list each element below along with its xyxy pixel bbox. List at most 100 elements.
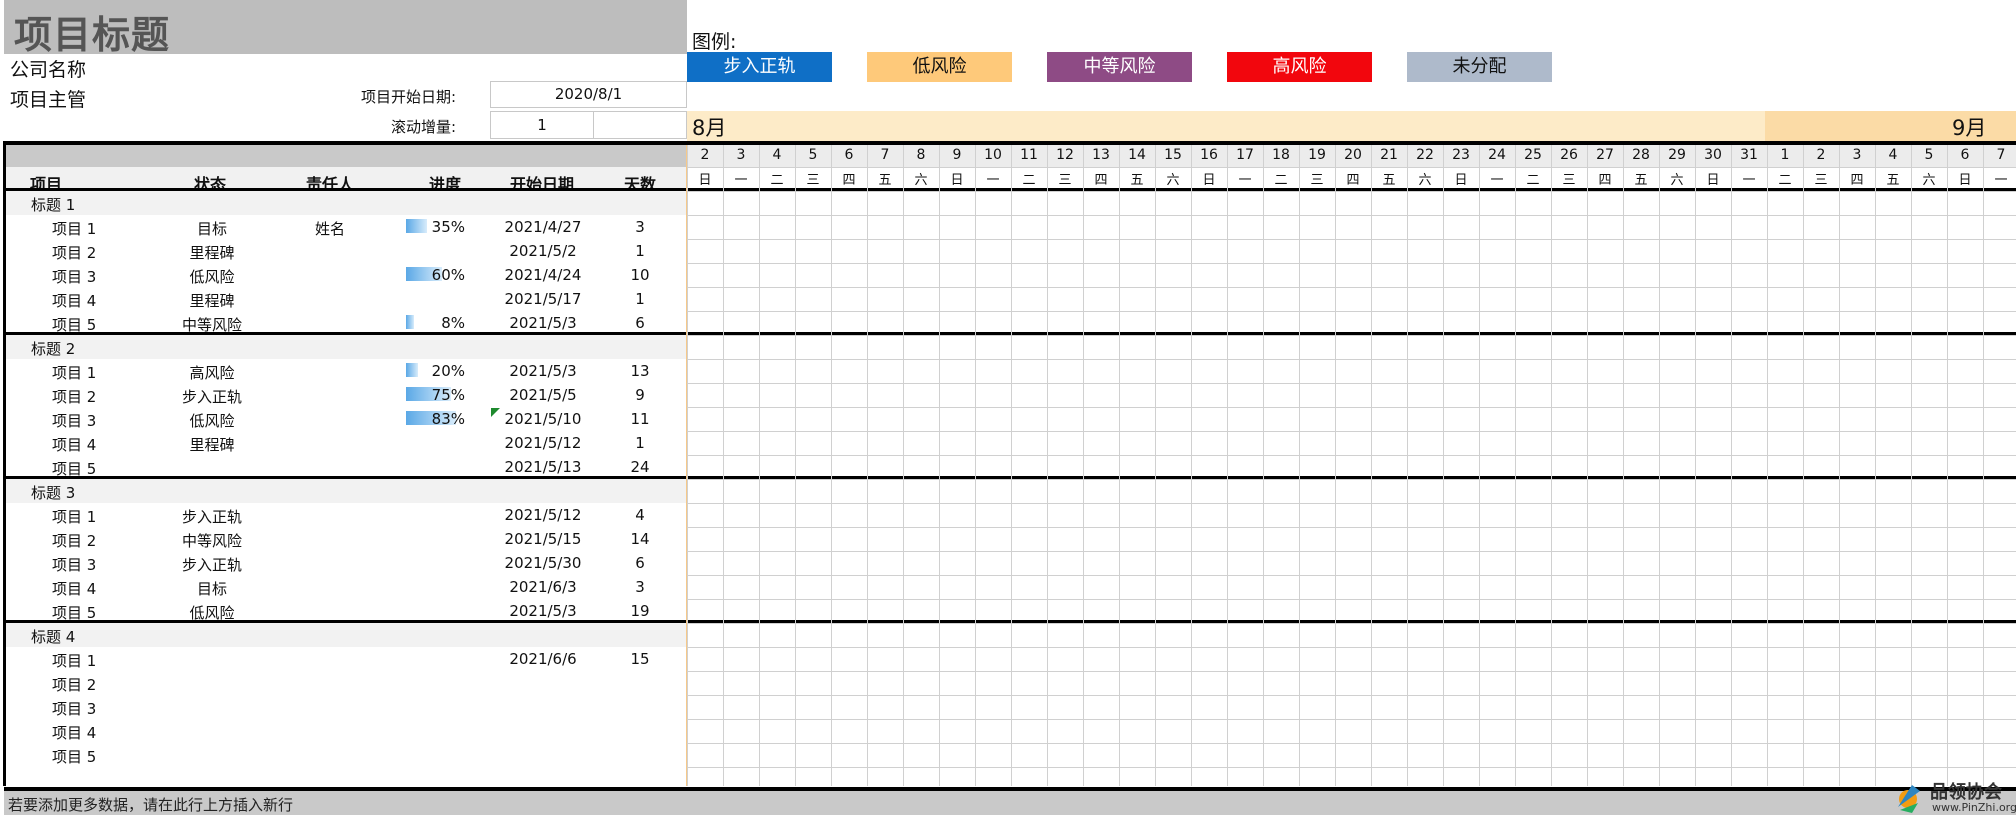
task-name[interactable]: 项目 4 [52, 578, 96, 599]
task-status[interactable]: 步入正轨 [152, 386, 272, 407]
section-header-row[interactable] [6, 335, 687, 359]
logo-icon [1898, 785, 1920, 813]
day-weekday: 一 [1490, 173, 1504, 188]
task-start-date[interactable]: 2021/5/5 [478, 386, 608, 404]
task-progress[interactable]: 20% [405, 362, 465, 380]
day-number: 4 [772, 147, 782, 163]
task-status[interactable]: 高风险 [152, 362, 272, 383]
task-status[interactable]: 里程碑 [152, 290, 272, 311]
task-progress[interactable]: 60% [405, 266, 465, 284]
task-name[interactable]: 项目 4 [52, 290, 96, 311]
task-days[interactable]: 1 [610, 434, 670, 452]
task-days[interactable]: 19 [610, 602, 670, 620]
task-owner[interactable]: 姓名 [280, 218, 380, 239]
logo-url: www.PinZhi.org [1932, 801, 2016, 814]
task-days[interactable]: 11 [610, 410, 670, 428]
task-name[interactable]: 项目 3 [52, 554, 96, 575]
task-start-date[interactable]: 2021/5/2 [478, 242, 608, 260]
task-start-date[interactable]: 2021/5/12 [478, 434, 608, 452]
task-name[interactable]: 项目 2 [52, 530, 96, 551]
task-start-date[interactable]: 2021/5/3 [478, 314, 608, 332]
task-days[interactable]: 9 [610, 386, 670, 404]
task-name[interactable]: 项目 2 [52, 242, 96, 263]
task-start-date[interactable]: 2021/4/24 [478, 266, 608, 284]
task-progress[interactable]: 83% [405, 410, 465, 428]
task-days[interactable]: 6 [610, 314, 670, 332]
task-start-date[interactable]: 2021/4/27 [478, 218, 608, 236]
day-weekday: 二 [1022, 173, 1036, 188]
task-days[interactable]: 1 [610, 290, 670, 308]
task-name[interactable]: 项目 4 [52, 722, 96, 743]
task-name[interactable]: 项目 2 [52, 674, 96, 695]
day-number: 2 [1816, 147, 1826, 163]
task-name[interactable]: 项目 1 [52, 650, 96, 671]
task-progress[interactable]: 75% [405, 386, 465, 404]
task-name[interactable]: 项目 1 [52, 218, 96, 239]
task-start-date[interactable]: 2021/5/15 [478, 530, 608, 548]
task-start-date[interactable]: 2021/5/30 [478, 554, 608, 572]
task-days[interactable]: 6 [610, 554, 670, 572]
scroll-increment-input[interactable]: 1 [490, 111, 594, 139]
task-name[interactable]: 项目 3 [52, 410, 96, 431]
task-start-date[interactable]: 2021/5/17 [478, 290, 608, 308]
project-title[interactable]: 项目标题 [14, 4, 170, 59]
task-name[interactable]: 项目 2 [52, 386, 96, 407]
task-name[interactable]: 项目 1 [52, 362, 96, 383]
task-name[interactable]: 项目 3 [52, 698, 96, 719]
day-weekday: 二 [1274, 173, 1288, 188]
task-days[interactable]: 15 [610, 650, 670, 668]
task-days[interactable]: 14 [610, 530, 670, 548]
task-status[interactable]: 低风险 [152, 266, 272, 287]
day-weekday: 日 [1706, 173, 1720, 188]
cell-note-marker[interactable] [491, 408, 500, 417]
task-start-date[interactable]: 2021/5/13 [478, 458, 608, 476]
section-header-row[interactable] [6, 623, 687, 647]
task-days[interactable]: 3 [610, 218, 670, 236]
task-days[interactable]: 3 [610, 578, 670, 596]
day-weekday: 五 [1130, 173, 1144, 188]
legend-item-4: 高风险 [1227, 52, 1372, 82]
task-days[interactable]: 13 [610, 362, 670, 380]
task-days[interactable]: 10 [610, 266, 670, 284]
task-status[interactable]: 里程碑 [152, 434, 272, 455]
task-status[interactable]: 中等风险 [152, 530, 272, 551]
start-date-input[interactable]: 2020/8/1 [490, 81, 687, 108]
day-weekday: 五 [1634, 173, 1648, 188]
section-title[interactable]: 标题 2 [31, 338, 75, 359]
task-status[interactable]: 目标 [152, 578, 272, 599]
section-header-row[interactable] [6, 191, 687, 215]
task-status[interactable]: 目标 [152, 218, 272, 239]
task-name[interactable]: 项目 5 [52, 746, 96, 767]
task-progress[interactable]: 35% [405, 218, 465, 236]
task-start-date[interactable]: 2021/6/6 [478, 650, 608, 668]
task-days[interactable]: 24 [610, 458, 670, 476]
task-name[interactable]: 项目 3 [52, 266, 96, 287]
section-title[interactable]: 标题 1 [31, 194, 75, 215]
start-date-label: 项目开始日期: [360, 88, 456, 106]
task-start-date[interactable]: 2021/5/3 [478, 362, 608, 380]
legend-item-1: 步入正轨 [687, 52, 832, 82]
footer-insert-hint[interactable]: 若要添加更多数据，请在此行上方插入新行 [8, 794, 293, 815]
task-name[interactable]: 项目 1 [52, 506, 96, 527]
day-weekday: 五 [878, 173, 892, 188]
task-status[interactable]: 里程碑 [152, 242, 272, 263]
task-days[interactable]: 4 [610, 506, 670, 524]
task-status[interactable]: 低风险 [152, 410, 272, 431]
company-name[interactable]: 公司名称 [10, 55, 86, 82]
task-start-date[interactable]: 2021/6/3 [478, 578, 608, 596]
task-status[interactable]: 步入正轨 [152, 554, 272, 575]
task-status[interactable]: 步入正轨 [152, 506, 272, 527]
task-start-date[interactable]: 2021/5/12 [478, 506, 608, 524]
section-title[interactable]: 标题 4 [31, 626, 75, 647]
day-weekday: 一 [1238, 173, 1252, 188]
task-start-date[interactable]: 2021/5/3 [478, 602, 608, 620]
task-progress[interactable]: 8% [405, 314, 465, 332]
project-manager[interactable]: 项目主管 [10, 85, 86, 112]
gantt-grid [687, 145, 2016, 786]
task-name[interactable]: 项目 4 [52, 434, 96, 455]
section-header-row[interactable] [6, 479, 687, 503]
section-title[interactable]: 标题 3 [31, 482, 75, 503]
day-weekday: 一 [1994, 173, 2008, 188]
task-days[interactable]: 1 [610, 242, 670, 260]
day-weekday: 四 [1094, 173, 1108, 188]
